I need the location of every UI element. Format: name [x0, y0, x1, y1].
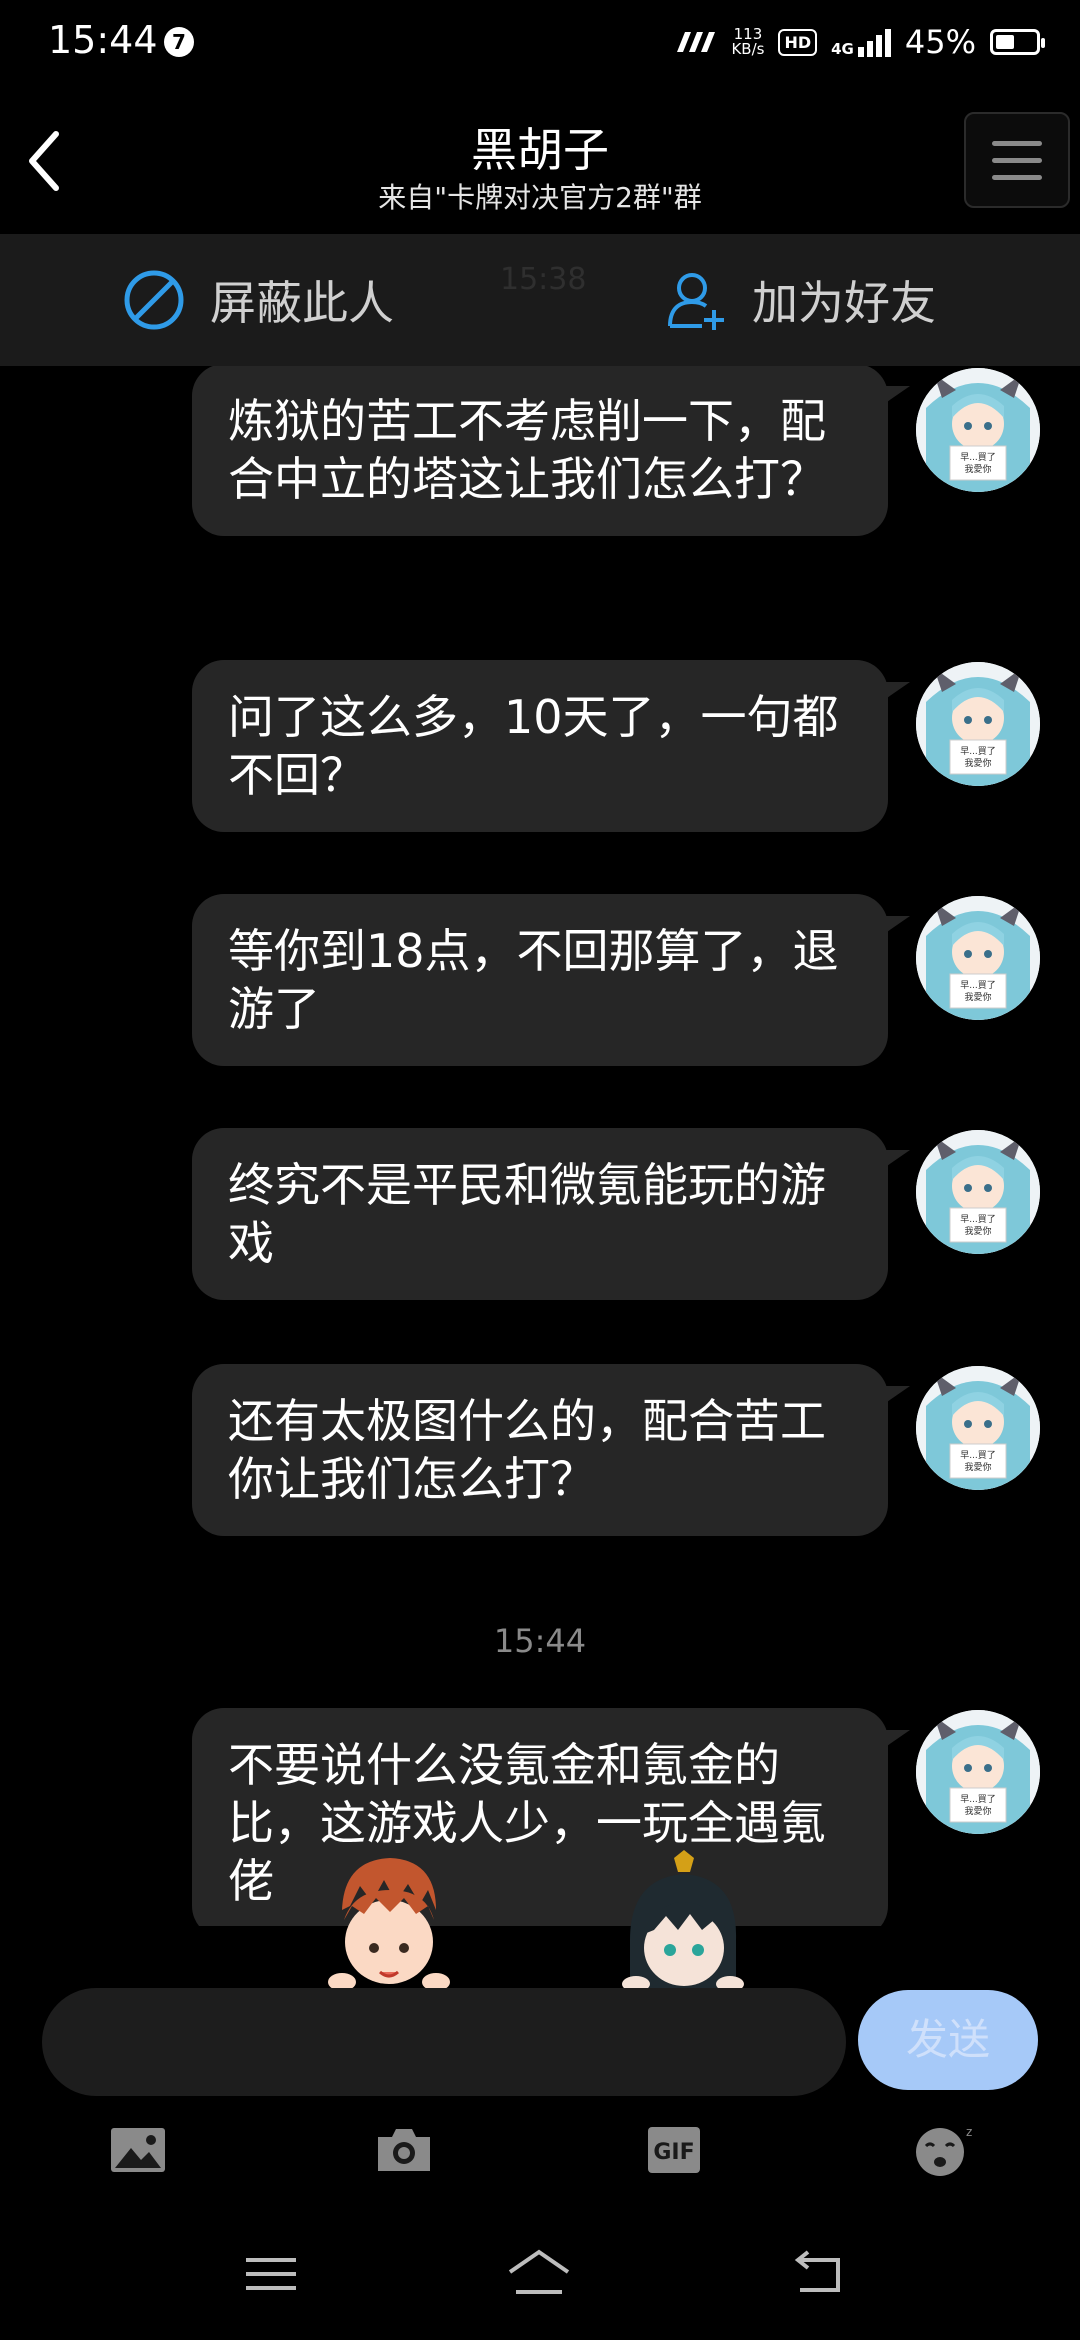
avatar[interactable]: 早...買了 我愛你	[916, 1710, 1040, 1834]
svg-text:早...買了: 早...買了	[960, 1794, 996, 1805]
message-bubble[interactable]: 终究不是平民和微氪能玩的游戏	[192, 1128, 910, 1300]
network-type: 4G	[831, 40, 854, 58]
send-button[interactable]: 发送	[858, 1990, 1038, 2090]
svg-text:早...買了: 早...買了	[960, 1214, 996, 1225]
message-timestamp: 15:44	[493, 1622, 587, 1660]
status-icons: 113 KB/s HD 4G 45%	[671, 22, 1045, 62]
net-speed: 113 KB/s	[731, 25, 765, 58]
message-bubble[interactable]: 不要说什么没氪金和氪金的比，这游戏人少，一玩全遇氪佬	[192, 1708, 910, 1926]
home-icon[interactable]	[504, 2244, 574, 2304]
status-time: 15:44	[48, 18, 158, 62]
chat-subtitle: 来自"卡牌对决官方2群"群	[378, 181, 702, 214]
nfc-icon	[677, 32, 716, 52]
action-bar: 15:38 屏蔽此人 加为好友	[0, 234, 1080, 366]
message-bubble[interactable]: 炼狱的苦工不考虑削一下，配合中立的塔这让我们怎么打？	[192, 366, 910, 536]
emoji-icon[interactable]: z	[912, 2118, 976, 2182]
notification-badge: 7	[164, 27, 194, 57]
avatar[interactable]: 早...買了 我愛你	[916, 662, 1040, 786]
message-text: 等你到18点，不回那算了，退游了	[192, 894, 910, 1066]
message-list[interactable]: 炼狱的苦工不考虑削一下，配合中立的塔这让我们怎么打？ 早...買了 我愛你 问了…	[0, 366, 1080, 1926]
status-bar: 15:44 7 113 KB/s HD 4G 45%	[0, 0, 1080, 84]
block-user-label: 屏蔽此人	[210, 276, 394, 330]
svg-text:我愛你: 我愛你	[964, 1225, 991, 1237]
sticker-girl-icon	[622, 1850, 744, 1990]
avatar-image: 早...買了 我愛你	[916, 1366, 1040, 1490]
svg-text:我愛你: 我愛你	[964, 1461, 991, 1473]
message-text: 炼狱的苦工不考虑削一下，配合中立的塔这让我们怎么打？	[192, 366, 910, 536]
message-text: 不要说什么没氪金和氪金的比，这游戏人少，一玩全遇氪佬	[192, 1708, 910, 1926]
message-bubble[interactable]: 等你到18点，不回那算了，退游了	[192, 894, 910, 1066]
svg-text:我愛你: 我愛你	[964, 757, 991, 769]
avatar[interactable]: 早...買了 我愛你	[916, 896, 1040, 1020]
add-friend-label: 加为好友	[752, 276, 936, 330]
avatar[interactable]: 早...買了 我愛你	[916, 1366, 1040, 1490]
svg-text:早...買了: 早...買了	[960, 452, 996, 463]
gif-icon[interactable]: GIF	[642, 2118, 706, 2182]
avatar[interactable]: 早...買了 我愛你	[916, 1130, 1040, 1254]
signal-icon: 4G	[831, 27, 891, 57]
avatar-image: 早...買了 我愛你	[916, 662, 1040, 786]
chat-header: 黑胡子 来自"卡牌对决官方2群"群	[0, 84, 1080, 234]
svg-text:早...買了: 早...買了	[960, 746, 996, 757]
menu-icon[interactable]	[964, 112, 1070, 208]
message-input[interactable]	[42, 1988, 846, 2096]
camera-icon[interactable]	[372, 2118, 436, 2182]
message-text: 还有太极图什么的，配合苦工你让我们怎么打？	[192, 1364, 910, 1536]
add-friend-button[interactable]: 加为好友	[664, 234, 936, 366]
avatar-image: 早...買了 我愛你	[916, 896, 1040, 1020]
image-icon[interactable]	[106, 2118, 170, 2182]
message-text: 终究不是平民和微氪能玩的游戏	[192, 1128, 910, 1300]
block-user-button[interactable]: 屏蔽此人	[122, 234, 394, 366]
svg-text:早...買了: 早...買了	[960, 1450, 996, 1461]
battery-percent: 45%	[904, 23, 976, 61]
faded-timestamp: 15:38	[500, 262, 587, 297]
avatar-image: 早...買了 我愛你	[916, 1710, 1040, 1834]
chat-title: 黑胡子	[471, 123, 609, 177]
back-nav-icon[interactable]	[786, 2244, 856, 2304]
avatar-image: 早...買了 我愛你	[916, 368, 1040, 492]
recent-apps-icon[interactable]	[236, 2244, 306, 2304]
svg-text:z: z	[966, 2125, 972, 2139]
avatar-image: 早...買了 我愛你	[916, 1130, 1040, 1254]
input-row: 发送	[0, 1982, 1080, 2096]
gif-label: GIF	[653, 2140, 694, 2165]
message-bubble[interactable]: 问了这么多，10天了，一句都不回？	[192, 660, 910, 832]
add-friend-icon	[668, 273, 724, 330]
message-bubble[interactable]: 还有太极图什么的，配合苦工你让我们怎么打？	[192, 1364, 910, 1536]
message-text: 问了这么多，10天了，一句都不回？	[192, 660, 910, 832]
avatar[interactable]: 早...買了 我愛你	[916, 368, 1040, 492]
system-nav-bar	[0, 2230, 1080, 2320]
hd-badge: HD	[778, 28, 818, 56]
svg-text:早...買了: 早...買了	[960, 980, 996, 991]
svg-text:我愛你: 我愛你	[964, 991, 991, 1003]
svg-text:我愛你: 我愛你	[964, 1805, 991, 1817]
input-toolbar: GIF z	[0, 2118, 1080, 2188]
sticker-boy-icon	[328, 1858, 450, 1990]
block-icon	[124, 270, 184, 330]
battery-icon	[990, 29, 1045, 55]
svg-text:我愛你: 我愛你	[964, 463, 991, 475]
